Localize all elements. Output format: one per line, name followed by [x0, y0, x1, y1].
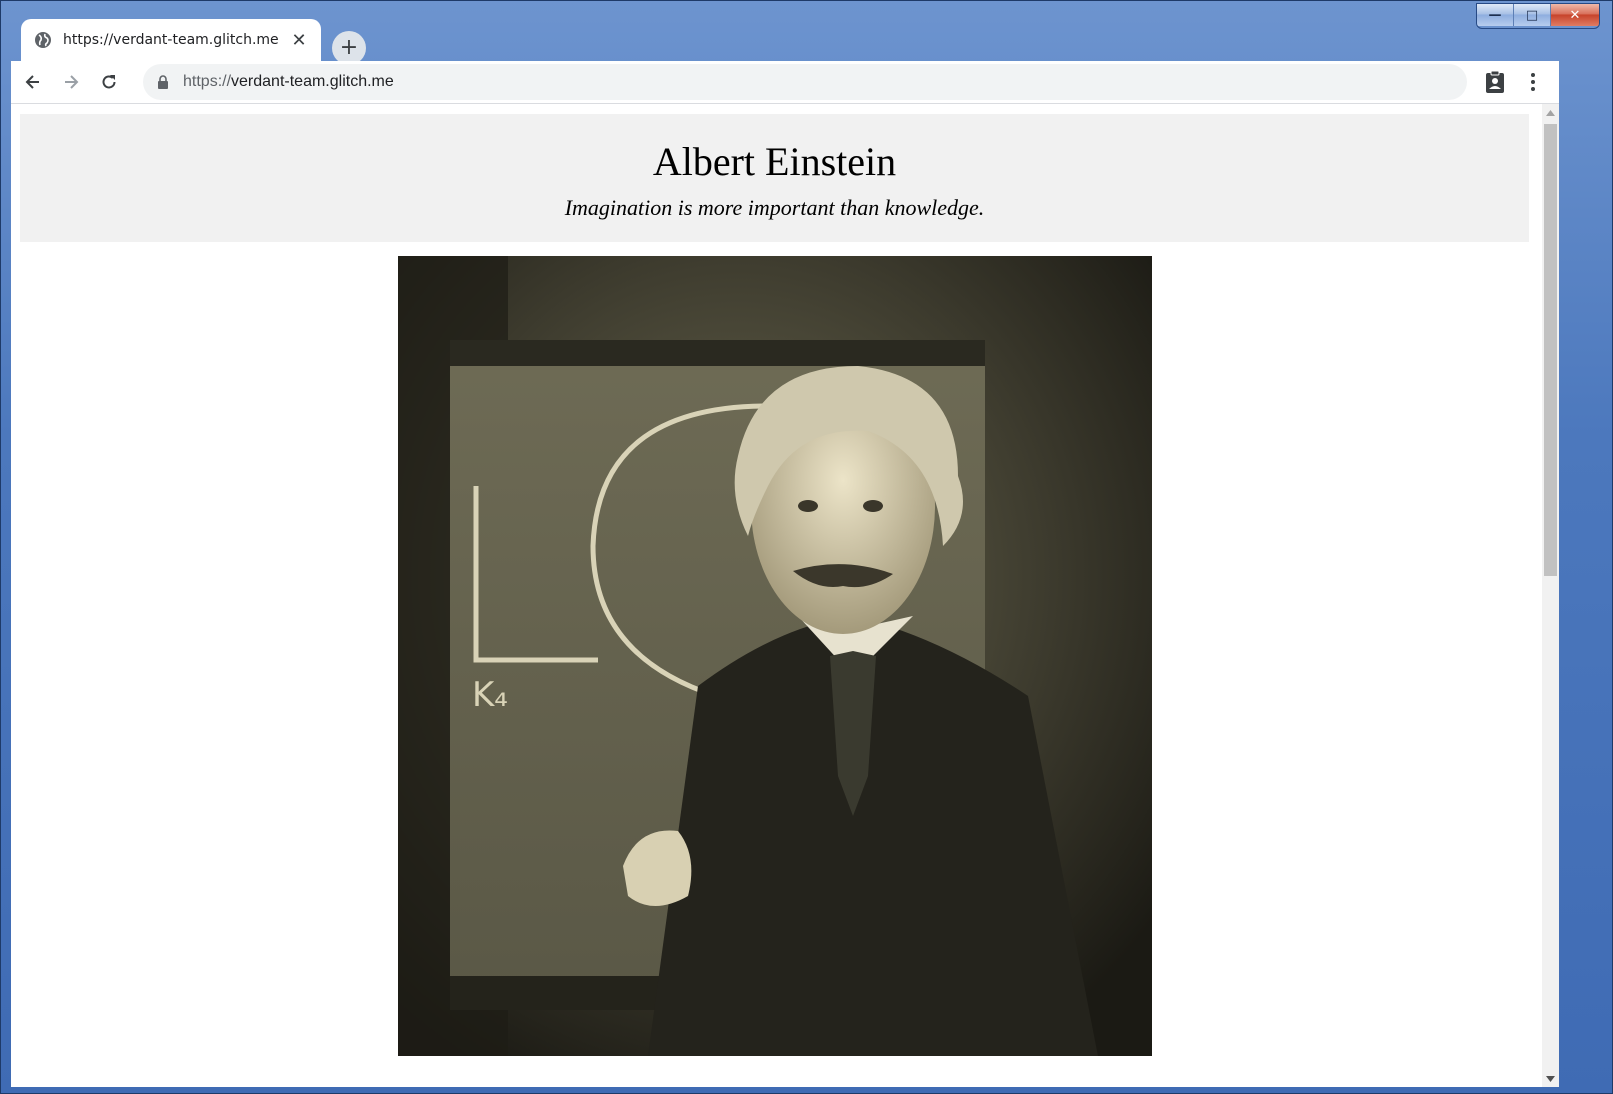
forward-arrow-icon — [65, 75, 79, 89]
page-viewport: Albert Einstein Imagination is more impo… — [11, 104, 1559, 1087]
globe-icon — [35, 32, 51, 48]
svg-text:K₄: K₄ — [472, 675, 508, 715]
scroll-down-arrow-icon[interactable] — [1542, 1070, 1559, 1087]
back-button[interactable] — [17, 66, 49, 98]
reload-button[interactable] — [93, 66, 125, 98]
kebab-menu-icon — [1531, 73, 1535, 91]
browser-toolbar: https://verdant-team.glitch.me — [11, 61, 1559, 104]
einstein-photo: K₄ — [398, 256, 1152, 1056]
forward-button[interactable] — [55, 66, 87, 98]
address-bar[interactable]: https://verdant-team.glitch.me — [143, 64, 1467, 100]
tab-title: https://verdant-team.glitch.me — [63, 32, 279, 48]
photo-illustration: K₄ — [398, 256, 1152, 1056]
os-window-frame: — □ ✕ https://verdant-team.glitch.me ✕ + — [0, 0, 1613, 1094]
vertical-scrollbar[interactable] — [1542, 104, 1559, 1087]
page-quote: Imagination is more important than knowl… — [564, 195, 985, 220]
profile-button[interactable] — [1479, 66, 1511, 98]
url-text[interactable]: https://verdant-team.glitch.me — [183, 73, 394, 91]
url-host: verdant-team.glitch.me — [231, 73, 394, 90]
tab-close-icon[interactable]: ✕ — [289, 30, 309, 51]
clipboard-account-icon — [1486, 70, 1504, 93]
page-header: Albert Einstein Imagination is more impo… — [20, 114, 1529, 242]
new-tab-button[interactable]: + — [332, 31, 366, 65]
lock-icon[interactable] — [157, 75, 169, 89]
page-title: Albert Einstein — [652, 139, 897, 184]
tab-strip: https://verdant-team.glitch.me ✕ + — [11, 11, 1605, 65]
menu-button[interactable] — [1517, 66, 1549, 98]
reload-icon — [102, 75, 116, 89]
browser-window: https://verdant-team.glitch.me Albert Ei… — [11, 61, 1559, 1087]
url-scheme: https:// — [183, 73, 232, 90]
back-arrow-icon — [25, 75, 39, 89]
scrollbar-thumb[interactable] — [1544, 124, 1557, 576]
scroll-up-arrow-icon[interactable] — [1542, 104, 1559, 121]
tab-active[interactable]: https://verdant-team.glitch.me ✕ — [21, 19, 321, 61]
toolbar-right — [1473, 66, 1549, 98]
